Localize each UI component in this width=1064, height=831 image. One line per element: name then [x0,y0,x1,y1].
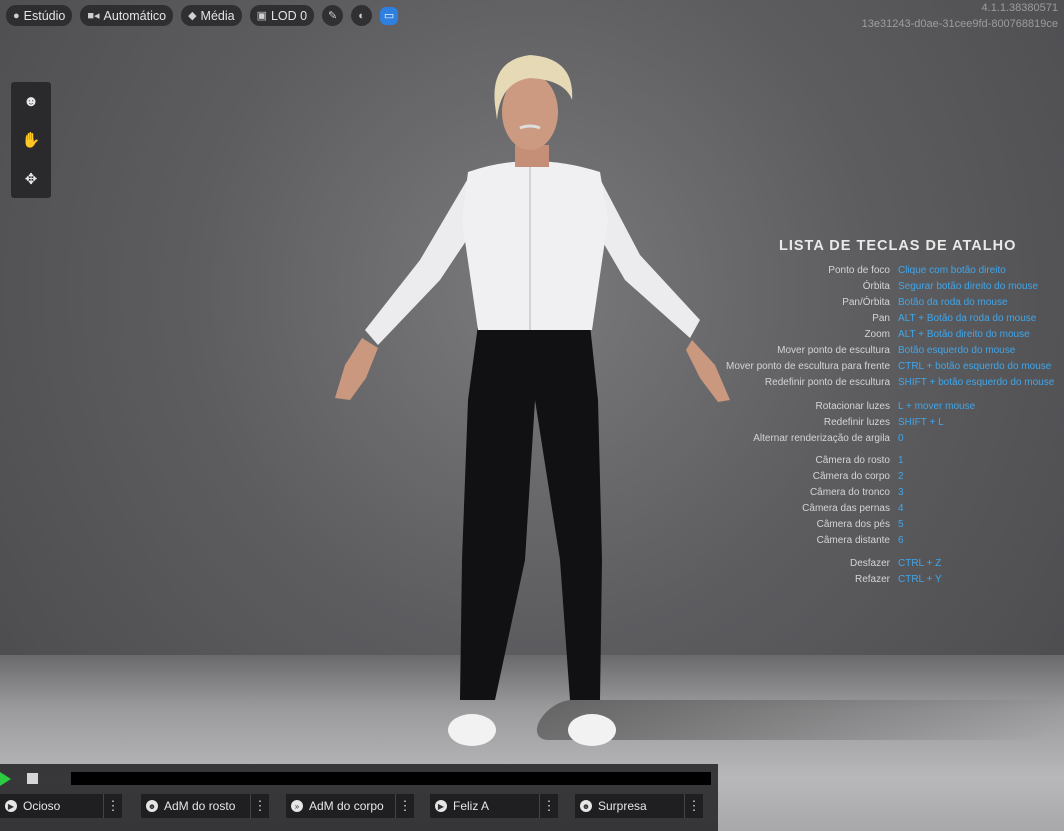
shortcut-action: Pan [872,313,890,324]
shortcut-key: ALT + Botão da roda do mouse [898,313,1037,324]
shortcut-row: Câmera das pernas 4 [700,503,1064,519]
shortcut-action: Zoom [864,329,890,340]
shortcut-key: Segurar botão direito do mouse [898,281,1039,292]
shortcut-row: Desfazer CTRL + Z [700,558,1064,574]
shortcut-row: Mover ponto de escultura para frente CTRL… [700,361,1064,377]
shortcut-action: Redefinir ponto de escultura [764,377,890,388]
shortcut-action: Câmera distante [816,535,890,546]
shortcut-key: SHIFT + L [898,417,944,428]
shortcut-action: Câmera do tronco [809,487,890,498]
stop-button[interactable] [27,773,38,784]
shortcut-key: CTRL + Z [898,558,942,569]
shortcut-row: Refazer CTRL + Y [700,574,1064,590]
shortcut-row: Pan/Órbita Botão da roda do mouse [700,297,1064,313]
face-icon: ☻ [580,800,592,812]
shortcut-key: L + mover mouse [898,401,976,412]
shortcut-row: Redefinir ponto de escultura SHIFT + botã… [700,377,1064,393]
play-icon: ▶ [435,800,447,812]
shortcut-action: Desfazer [849,558,890,569]
shortcut-row: Câmera do tronco 3 [700,487,1064,503]
play-icon: ▶ [5,800,17,812]
shortcut-action: Alternar renderização de argila [753,433,890,444]
animation-clip-label: Feliz A [453,799,490,813]
shortcut-key: CTRL + botão esquerdo do mouse [898,361,1052,372]
face-icon: ☻ [146,800,158,812]
shortcut-key: 1 [898,455,904,466]
animation-clip[interactable]: ☻ AdM do rosto ⋮ [141,794,269,818]
shortcut-key: 5 [898,519,904,530]
shortcut-key: 6 [898,535,904,546]
animation-timeline[interactable] [71,772,711,785]
shortcut-key: Botão da roda do mouse [898,297,1008,308]
shortcut-row: Câmera distante 6 [700,535,1064,551]
shortcut-key: ALT + Botão direito do mouse [898,329,1030,340]
shortcut-action: Câmera do rosto [815,455,890,466]
shortcut-action: Câmera dos pés [816,519,890,530]
animation-clip[interactable]: » AdM do corpo ⋮ [286,794,414,818]
shortcut-action: Refazer [854,574,890,585]
animation-clip-label: AdM do rosto [164,799,236,813]
shortcut-key: 3 [898,487,904,498]
shortcut-row: Mover ponto de escultura Botão esquerdo d… [700,345,1064,361]
more-options-icon[interactable]: ⋮ [250,794,269,818]
more-options-icon[interactable]: ⋮ [103,794,122,818]
shortcut-action: Pan/Órbita [842,297,890,308]
shortcut-row: Câmera do rosto 1 [700,455,1064,471]
shortcut-action: Órbita [862,281,890,292]
shortcut-action: Rotacionar luzes [815,401,890,412]
shortcut-row: Redefinir luzes SHIFT + L [700,417,1064,433]
shortcut-action: Ponto de foco [828,265,890,276]
animation-clip[interactable]: ☻ Surpresa ⋮ [575,794,703,818]
shortcut-list-title: LISTA DE TECLAS DE ATALHO [779,238,1017,254]
shortcut-row: Ponto de foco Clique com botão direito [700,265,1064,281]
shortcut-row: Câmera dos pés 5 [700,519,1064,535]
shortcut-action: Câmera das pernas [802,503,890,514]
more-options-icon[interactable]: ⋮ [684,794,703,818]
animation-clip[interactable]: ▶ Ocioso ⋮ [0,794,122,818]
shortcut-row: Pan ALT + Botão da roda do mouse [700,313,1064,329]
shortcut-key: 0 [898,433,904,444]
shortcut-row: Rotacionar luzes L + mover mouse [700,401,1064,417]
animation-clip-label: Surpresa [598,799,647,813]
shortcut-key: 4 [898,503,904,514]
more-options-icon[interactable]: ⋮ [539,794,558,818]
animation-clip-label: AdM do corpo [309,799,384,813]
shortcut-row: Câmera do corpo 2 [700,471,1064,487]
shortcut-action: Mover ponto de escultura [777,345,890,356]
animation-clip[interactable]: ▶ Feliz A ⋮ [430,794,558,818]
shortcut-row: Zoom ALT + Botão direito do mouse [700,329,1064,345]
shortcut-action: Redefinir luzes [823,417,890,428]
shortcut-action: Mover ponto de escultura para frente [726,361,890,372]
shortcut-row: Órbita Segurar botão direito do mouse [700,281,1064,297]
shortcut-key: Botão esquerdo do mouse [898,345,1016,356]
more-options-icon[interactable]: ⋮ [395,794,414,818]
play-button[interactable] [0,772,11,786]
shortcut-key: SHIFT + botão esquerdo do mouse [898,377,1055,388]
shortcut-key: Clique com botão direito [898,265,1006,276]
shortcut-action: Câmera do corpo [812,471,890,482]
shortcut-key: 2 [898,471,904,482]
shortcut-key: CTRL + Y [898,574,942,585]
shortcut-row: Alternar renderização de argila 0 [700,433,1064,449]
run-icon: » [291,800,303,812]
animation-clip-label: Ocioso [23,799,61,813]
